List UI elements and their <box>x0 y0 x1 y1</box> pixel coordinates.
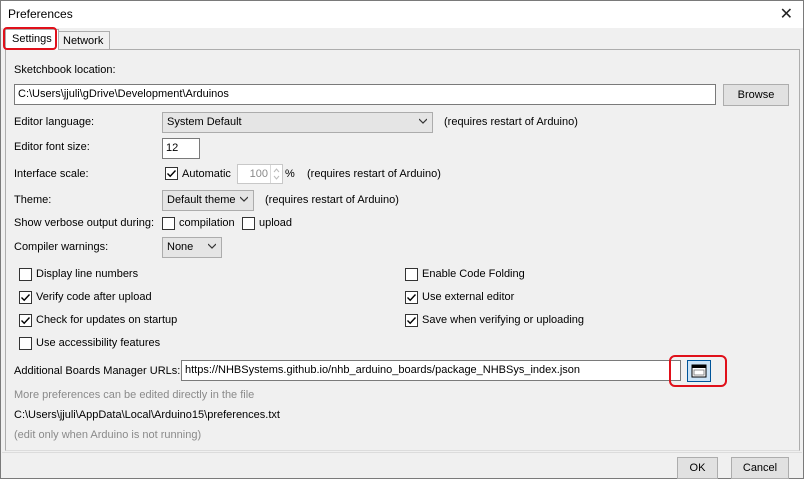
chevron-down-icon <box>240 196 248 202</box>
ok-button[interactable]: OK <box>677 457 718 479</box>
scale-value: 100 <box>249 168 268 180</box>
code-folding-checkbox[interactable] <box>405 268 418 281</box>
checkmark-icon <box>21 317 31 325</box>
automatic-checkbox[interactable] <box>165 167 178 180</box>
spinner-arrows-icon[interactable] <box>270 165 282 183</box>
checkmark-icon <box>407 294 417 302</box>
code-folding-label: Enable Code Folding <box>422 268 525 280</box>
divider <box>2 452 802 453</box>
chevron-down-icon <box>208 243 216 249</box>
font-size-label: Editor font size: <box>14 141 90 153</box>
compiler-warnings-value: None <box>167 241 194 253</box>
scale-spinner[interactable]: 100 <box>237 164 283 184</box>
interface-scale-note: (requires restart of Arduino) <box>307 168 441 180</box>
check-updates-checkbox[interactable] <box>19 314 32 327</box>
checkmark-icon <box>407 317 417 325</box>
theme-label: Theme: <box>14 194 52 206</box>
sketchbook-label: Sketchbook location: <box>14 64 116 76</box>
compiler-warnings-select[interactable]: None <box>162 237 222 258</box>
editor-language-select[interactable]: System Default <box>162 112 433 133</box>
chevron-down-icon <box>419 118 427 124</box>
theme-select[interactable]: Default theme <box>162 190 254 211</box>
automatic-label: Automatic <box>182 168 231 180</box>
checkmark-icon <box>21 294 31 302</box>
close-icon[interactable]: ✕ <box>780 4 793 24</box>
upload-checkbox[interactable] <box>242 217 255 230</box>
boards-manager-url-field[interactable]: https://NHBSystems.github.io/nhb_arduino… <box>181 360 681 381</box>
save-when-verifying-label: Save when verifying or uploading <box>422 314 585 326</box>
preferences-window: Preferences ✕ Settings Network Sketchboo… <box>0 0 804 479</box>
edit-note: (edit only when Arduino is not running) <box>14 429 202 441</box>
interface-scale-label: Interface scale: <box>14 168 89 180</box>
accessibility-label: Use accessibility features <box>36 337 161 349</box>
checkmark-icon <box>167 170 177 178</box>
external-editor-checkbox[interactable] <box>405 291 418 304</box>
more-prefs-text: More preferences can be edited directly … <box>14 389 255 401</box>
font-size-field[interactable]: 12 <box>162 138 200 159</box>
tab-settings[interactable]: Settings <box>5 29 59 50</box>
verbose-label: Show verbose output during: <box>14 217 155 229</box>
cancel-button[interactable]: Cancel <box>731 457 789 479</box>
verify-after-upload-checkbox[interactable] <box>19 291 32 304</box>
editor-language-note: (requires restart of Arduino) <box>444 116 578 128</box>
theme-value: Default theme <box>167 194 236 206</box>
editor-language-value: System Default <box>167 116 242 128</box>
verify-after-upload-label: Verify code after upload <box>36 291 152 303</box>
check-updates-label: Check for updates on startup <box>36 314 178 326</box>
browse-button[interactable]: Browse <box>723 84 789 106</box>
tab-network[interactable]: Network <box>56 31 111 50</box>
boards-manager-label: Additional Boards Manager URLs: <box>14 365 181 377</box>
display-line-numbers-checkbox[interactable] <box>19 268 32 281</box>
boards-manager-urls-button[interactable] <box>687 360 711 382</box>
external-editor-label: Use external editor <box>422 291 515 303</box>
window-title: Preferences <box>8 7 73 21</box>
theme-note: (requires restart of Arduino) <box>265 194 399 206</box>
display-line-numbers-label: Display line numbers <box>36 268 139 280</box>
window-icon <box>691 364 707 378</box>
scale-unit: % <box>285 168 295 180</box>
prefs-file-path: C:\Users\jjuli\AppData\Local\Arduino15\p… <box>14 409 280 421</box>
upload-label: upload <box>259 217 293 229</box>
save-when-verifying-checkbox[interactable] <box>405 314 418 327</box>
compilation-checkbox[interactable] <box>162 217 175 230</box>
compiler-warnings-label: Compiler warnings: <box>14 241 109 253</box>
title-bar: Preferences ✕ <box>1 1 803 28</box>
accessibility-checkbox[interactable] <box>19 337 32 350</box>
compilation-label: compilation <box>179 217 235 229</box>
sketchbook-path-field[interactable]: C:\Users\jjuli\gDrive\Development\Arduin… <box>14 84 716 105</box>
editor-language-label: Editor language: <box>14 116 95 128</box>
